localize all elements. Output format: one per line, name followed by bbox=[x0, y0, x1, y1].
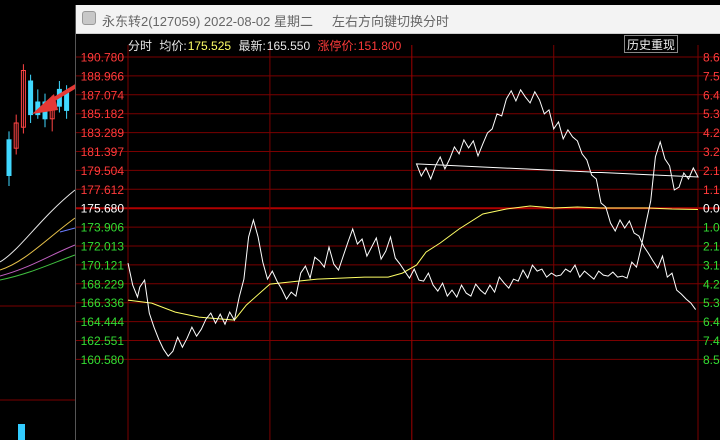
price-tick-label: 173.906 bbox=[81, 221, 125, 235]
percent-tick-label: 8.5 bbox=[703, 353, 720, 367]
price-tick-label: 181.397 bbox=[81, 145, 125, 159]
price-tick-label: 175.680 bbox=[81, 202, 125, 216]
window-hint: 左右方向键切换分时 bbox=[332, 14, 450, 29]
price-tick-label: 185.182 bbox=[81, 107, 125, 121]
percent-tick-label: 5.3 bbox=[703, 107, 720, 121]
background-volume-bar bbox=[18, 424, 25, 440]
background-ma-lines bbox=[0, 189, 76, 281]
latest-label: 最新: bbox=[238, 39, 266, 53]
price-tick-label: 160.580 bbox=[81, 353, 125, 367]
avg-label: 均价: bbox=[159, 39, 187, 53]
price-tick-label: 172.013 bbox=[81, 240, 125, 254]
percent-tick-label: 3.2 bbox=[703, 145, 720, 159]
mode-label: 分时 bbox=[128, 39, 153, 53]
percent-tick-label: 8.6 bbox=[703, 51, 720, 65]
intraday-chart[interactable]: 190.780 188.966 187.074 185.182 183.289 181.3… bbox=[76, 33, 720, 440]
percent-tick-label: 6.4 bbox=[703, 315, 720, 329]
app-icon bbox=[82, 11, 96, 25]
candle-body bbox=[6, 139, 12, 177]
avg-value: 175.525 bbox=[187, 39, 232, 53]
window-title: 永东转2(127059) 2022-08-02 星期二 bbox=[102, 14, 313, 29]
price-tick-label: 162.551 bbox=[81, 334, 125, 348]
candle-body bbox=[28, 80, 34, 116]
price-tick-label: 170.121 bbox=[81, 258, 125, 272]
price-tick-label: 188.966 bbox=[81, 69, 125, 83]
percent-tick-label: 7.4 bbox=[703, 334, 720, 348]
price-tick-label: 179.504 bbox=[81, 164, 125, 178]
background-candles bbox=[6, 64, 70, 186]
price-tick-label: 177.612 bbox=[81, 183, 125, 197]
latest-value: 165.550 bbox=[266, 39, 311, 53]
price-line bbox=[127, 88, 699, 357]
quote-infobar: 分时 均价:175.525 最新:165.550 涨停价:151.800 bbox=[128, 37, 405, 54]
limit-label: 涨停价: bbox=[317, 39, 357, 53]
percent-tick-label: 2.1 bbox=[703, 164, 720, 178]
limit-value: 151.800 bbox=[357, 39, 402, 53]
history-replay-button[interactable]: 历史重现 bbox=[624, 35, 678, 53]
percent-tick-label: 6.4 bbox=[703, 88, 720, 102]
percent-tick-label: 4.2 bbox=[703, 126, 720, 140]
price-axis: 190.780 188.966 187.074 185.182 183.289 181.3… bbox=[81, 51, 125, 367]
percent-tick-label: 5.3 bbox=[703, 296, 720, 310]
percent-tick-label: 1.0 bbox=[703, 221, 720, 235]
percent-axis: 8.6 7.5 6.4 5.3 4.2 3.2 2.1 1.1 0.0 1.0 2.1 3.1 4.2 5… bbox=[703, 51, 720, 367]
percent-tick-label: 2.1 bbox=[703, 240, 720, 254]
percent-tick-label: 3.1 bbox=[703, 258, 720, 272]
price-tick-label: 183.289 bbox=[81, 126, 125, 140]
window-titlebar[interactable]: 永东转2(127059) 2022-08-02 星期二 左右方向键切换分时 bbox=[76, 5, 720, 34]
price-tick-label: 190.780 bbox=[81, 51, 125, 65]
percent-tick-label: 0.0 bbox=[703, 202, 720, 216]
intraday-window: 永东转2(127059) 2022-08-02 星期二 左右方向键切换分时 19… bbox=[75, 5, 720, 440]
percent-tick-label: 1.1 bbox=[703, 183, 720, 197]
percent-tick-label: 7.5 bbox=[703, 69, 720, 83]
price-tick-label: 187.074 bbox=[81, 88, 125, 102]
price-tick-label: 168.229 bbox=[81, 277, 125, 291]
percent-tick-label: 4.2 bbox=[703, 277, 720, 291]
price-tick-label: 166.336 bbox=[81, 296, 125, 310]
price-tick-label: 164.444 bbox=[81, 315, 125, 329]
chart-grid bbox=[76, 45, 720, 440]
